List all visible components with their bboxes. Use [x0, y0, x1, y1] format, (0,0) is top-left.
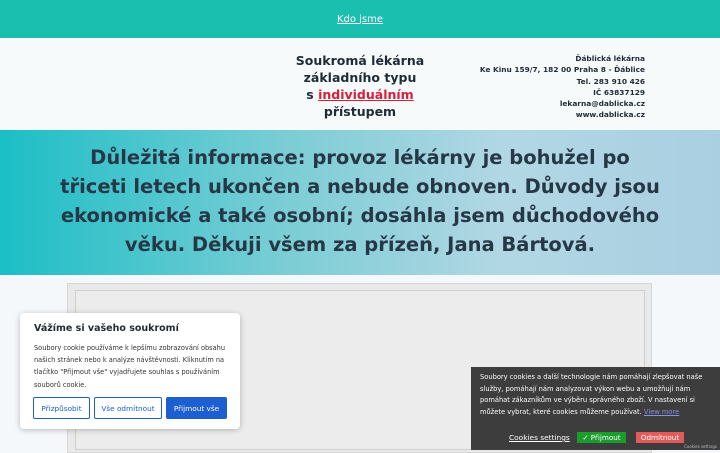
tagline-line-3: s individuálním přístupem — [270, 86, 450, 120]
contact-name: Ďáblická lékárna — [575, 54, 645, 63]
contact-email[interactable]: lekarna@dablicka.cz — [445, 98, 645, 109]
contact-address: Ke Kinu 159/7, 182 00 Praha 8 - Ďáblice — [479, 65, 645, 75]
view-more-link[interactable]: View more — [644, 408, 679, 416]
privacy-dialog-title: Vážíme si vašeho soukromí — [34, 323, 179, 334]
cookies-settings-small-link[interactable]: Cookies settings — [684, 444, 717, 449]
tagline-prefix: s — [306, 87, 319, 102]
cookie-accept-label: Přijmout — [590, 433, 621, 442]
contact-info: Ďáblická lékárna Ke Kinu 159/7, 182 00 P… — [445, 53, 645, 121]
reject-all-button[interactable]: Vše odmítnout — [94, 397, 162, 419]
contact-website[interactable]: www.dablicka.cz — [445, 109, 645, 120]
site-tagline: Soukromá lékárna základního typu s indiv… — [270, 52, 450, 120]
contact-ic: IČ 63837129 — [593, 87, 645, 97]
tagline-highlight: individuálním — [318, 87, 414, 102]
nav-link-kdo-jsme[interactable]: Kdo jsme — [337, 14, 383, 25]
cookie-accept-button[interactable]: ✓ Přijmout — [577, 432, 626, 443]
check-icon: ✓ — [582, 433, 591, 442]
top-navigation: Kdo jsme — [0, 0, 720, 38]
cookie-bar: Soubory cookies a další technologie nám … — [471, 367, 720, 450]
cookie-bar-text: Soubory cookies a další technologie nám … — [480, 372, 715, 418]
cookie-reject-button[interactable]: Odmítnout — [636, 432, 684, 443]
customize-button[interactable]: Přizpůsobit — [33, 397, 90, 419]
privacy-dialog-body: Soubory cookie používáme k lepšímu zobra… — [34, 344, 226, 389]
tagline-line-1: Soukromá lékárna — [295, 53, 425, 68]
tagline-suffix: přístupem — [323, 104, 397, 119]
announcement-text: Důležitá informace: provoz lékárny je bo… — [60, 146, 660, 256]
tagline-line-2: základního typu — [303, 70, 417, 85]
cookies-settings-link[interactable]: Cookies settings — [509, 433, 570, 442]
accept-all-button[interactable]: Přijmout vše — [166, 397, 227, 419]
privacy-dialog: Vážíme si vašeho soukromí Soubory cookie… — [20, 313, 240, 429]
contact-phone: Tel. 283 910 426 — [576, 76, 645, 86]
